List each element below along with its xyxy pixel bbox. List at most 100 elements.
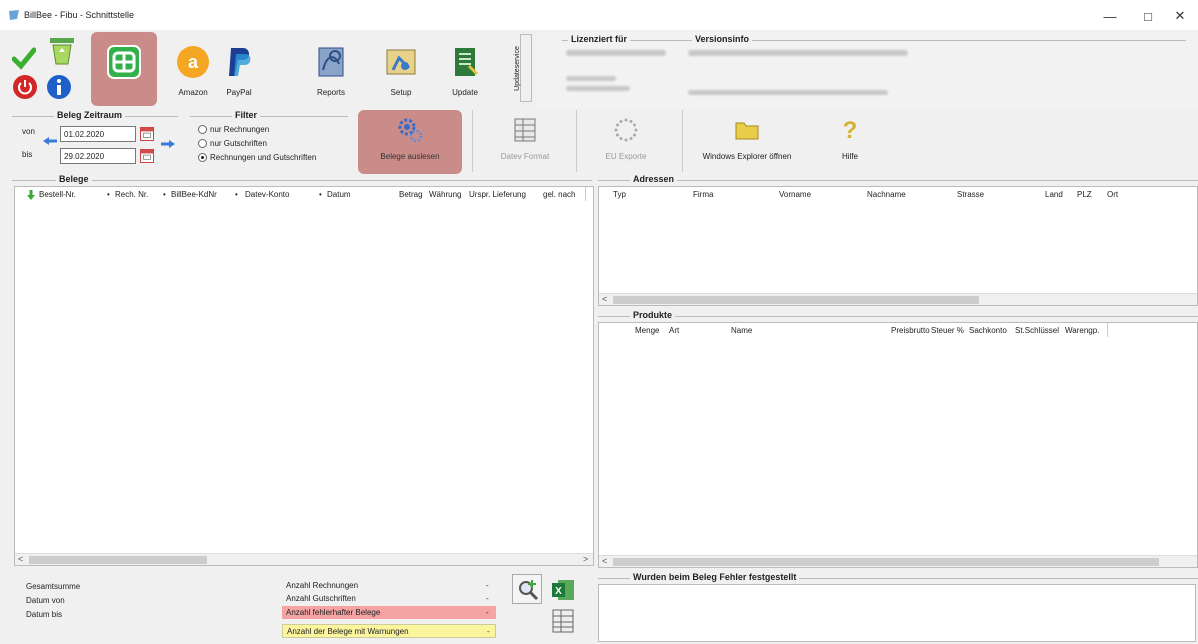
column-header-invoice-no[interactable]: Rech. Nr.	[115, 190, 148, 199]
billbee-button[interactable]: Billbee	[91, 32, 157, 106]
produkte-horizontal-scrollbar[interactable]: <	[599, 555, 1197, 567]
window-title: BillBee - Fibu - Schnittstelle	[24, 10, 135, 20]
scroll-right-arrow[interactable]: >	[583, 554, 588, 564]
column-header-company[interactable]: Firma	[693, 190, 713, 199]
invoice-count-row: Anzahl Rechnungen -	[282, 580, 496, 592]
to-date-input[interactable]: 29.02.2020	[60, 148, 136, 164]
scroll-left-arrow[interactable]: <	[602, 556, 607, 566]
scroll-thumb[interactable]	[613, 296, 979, 304]
arrow-left-icon[interactable]	[42, 136, 58, 146]
excel-icon: X	[552, 580, 574, 600]
help-button[interactable]: ? Hilfe	[830, 110, 870, 174]
title-bar: BillBee - Fibu - Schnittstelle — □ ✕	[0, 0, 1198, 30]
adressen-horizontal-scrollbar[interactable]: <	[599, 293, 1197, 305]
column-header-currency[interactable]: Währung	[429, 190, 461, 199]
filter-option-label: nur Rechnungen	[210, 125, 270, 134]
radio-button-selected[interactable]	[198, 153, 207, 163]
column-header-order-no[interactable]: Bestell-Nr.	[39, 190, 76, 199]
arrow-right-icon[interactable]	[160, 139, 176, 149]
produkte-table[interactable]: Menge Art Name Preisbrutto Steuer % Sach…	[598, 322, 1198, 568]
column-header-tax-key[interactable]: St.Schlüssel	[1015, 326, 1059, 335]
column-header-datev-account[interactable]: Datev-Konto	[245, 190, 289, 199]
column-header-zip[interactable]: PLZ	[1077, 190, 1092, 199]
error-count-row: Anzahl fehlerhafter Belege -	[282, 606, 496, 619]
setup-button[interactable]: Setup	[368, 32, 434, 106]
produkte-legend: Produkte	[630, 310, 676, 320]
credit-count-value: -	[486, 594, 489, 603]
column-header-first-name[interactable]: Vorname	[779, 190, 811, 199]
from-label: von	[22, 127, 35, 136]
invoice-count-value: -	[486, 581, 489, 590]
paypal-button[interactable]: PayPal	[206, 32, 272, 106]
calendar-icon[interactable]	[140, 127, 154, 141]
column-header-gross-price[interactable]: Preisbrutto	[891, 326, 930, 335]
datev-format-button[interactable]: Datev Format	[482, 110, 568, 174]
filter-option-both[interactable]: Rechnungen und Gutschriften	[198, 152, 316, 163]
column-header-type[interactable]: Typ	[613, 190, 626, 199]
column-header-date[interactable]: Datum	[327, 190, 351, 199]
close-button[interactable]: ✕	[1160, 6, 1198, 26]
redacted-license	[566, 86, 630, 91]
excel-export-button[interactable]: X	[550, 578, 576, 602]
column-header-street[interactable]: Strasse	[957, 190, 984, 199]
scroll-left-arrow[interactable]: <	[602, 294, 607, 304]
column-header-customer-no[interactable]: BillBee-KdNr	[171, 190, 217, 199]
clean-icon[interactable]	[48, 36, 76, 66]
belege-horizontal-scrollbar[interactable]: < >	[15, 553, 593, 565]
column-header-account[interactable]: Sachkonto	[969, 326, 1007, 335]
warning-count-value: -	[487, 627, 490, 636]
scroll-thumb[interactable]	[29, 556, 207, 564]
spreadsheet-icon	[552, 609, 574, 633]
filter-option-credits[interactable]: nur Gutschriften	[198, 138, 267, 149]
power-icon[interactable]	[12, 74, 38, 100]
svg-text:a: a	[188, 52, 199, 72]
magnifier-plus-icon	[519, 580, 539, 601]
help-label: Hilfe	[841, 152, 858, 161]
update-icon	[455, 48, 479, 76]
radio-button[interactable]	[198, 125, 207, 135]
reports-label: Reports	[316, 88, 345, 97]
column-header-amount[interactable]: Betrag	[399, 190, 423, 199]
scroll-left-arrow[interactable]: <	[18, 554, 23, 564]
column-header-tax[interactable]: Steuer %	[931, 326, 964, 335]
windows-explorer-button[interactable]: Windows Explorer öffnen	[688, 110, 806, 174]
adressen-table[interactable]: Typ Firma Vorname Nachname Strasse Land …	[598, 186, 1198, 306]
reports-button[interactable]: Reports	[298, 32, 364, 106]
amazon-label: Amazon	[178, 88, 208, 97]
invoice-count-label: Anzahl Rechnungen	[286, 581, 359, 590]
column-header-delivered-to[interactable]: gel. nach	[543, 190, 575, 199]
from-date-input[interactable]: 01.02.2020	[60, 126, 136, 142]
column-header-country[interactable]: Land	[1045, 190, 1063, 199]
update-button[interactable]: Update	[432, 32, 498, 106]
eu-export-button[interactable]: EU Exporte	[586, 110, 666, 174]
column-header-city[interactable]: Ort	[1107, 190, 1118, 199]
read-documents-button[interactable]: Belege auslesen	[358, 110, 462, 174]
column-header-last-name[interactable]: Nachname	[867, 190, 906, 199]
column-header-name[interactable]: Name	[731, 326, 752, 335]
billbee-label: Billbee	[111, 88, 136, 97]
table-export-button[interactable]	[550, 608, 576, 634]
column-header-product-group[interactable]: Warengp.	[1065, 326, 1099, 335]
error-count-value: -	[486, 608, 489, 617]
filter-legend: Filter	[232, 110, 261, 120]
search-add-button[interactable]	[512, 574, 542, 604]
filter-option-invoices[interactable]: nur Rechnungen	[198, 124, 270, 135]
redacted-license	[566, 50, 666, 56]
column-header-kind[interactable]: Art	[669, 326, 679, 335]
belege-table[interactable]: Bestell-Nr. • Rech. Nr. • BillBee-KdNr •…	[14, 186, 594, 566]
sort-down-icon[interactable]	[27, 190, 35, 200]
svg-text:?: ?	[843, 117, 858, 144]
scroll-thumb[interactable]	[613, 558, 1159, 566]
warning-count-label: Anzahl der Belege mit Warnungen	[287, 627, 409, 636]
radio-button[interactable]	[198, 139, 207, 149]
info-icon[interactable]	[46, 74, 72, 100]
paypal-icon	[229, 48, 251, 76]
column-header-orig-delivery[interactable]: Urspr. Lieferung	[469, 190, 526, 199]
minimize-button[interactable]: —	[1090, 6, 1130, 26]
period-legend: Beleg Zeitraum	[54, 110, 126, 120]
calendar-icon[interactable]	[140, 149, 154, 163]
warning-count-row: Anzahl der Belege mit Warnungen -	[282, 624, 496, 638]
column-header-quantity[interactable]: Menge	[635, 326, 659, 335]
errors-text-area[interactable]	[598, 584, 1196, 642]
checkmark-icon[interactable]	[12, 46, 36, 70]
